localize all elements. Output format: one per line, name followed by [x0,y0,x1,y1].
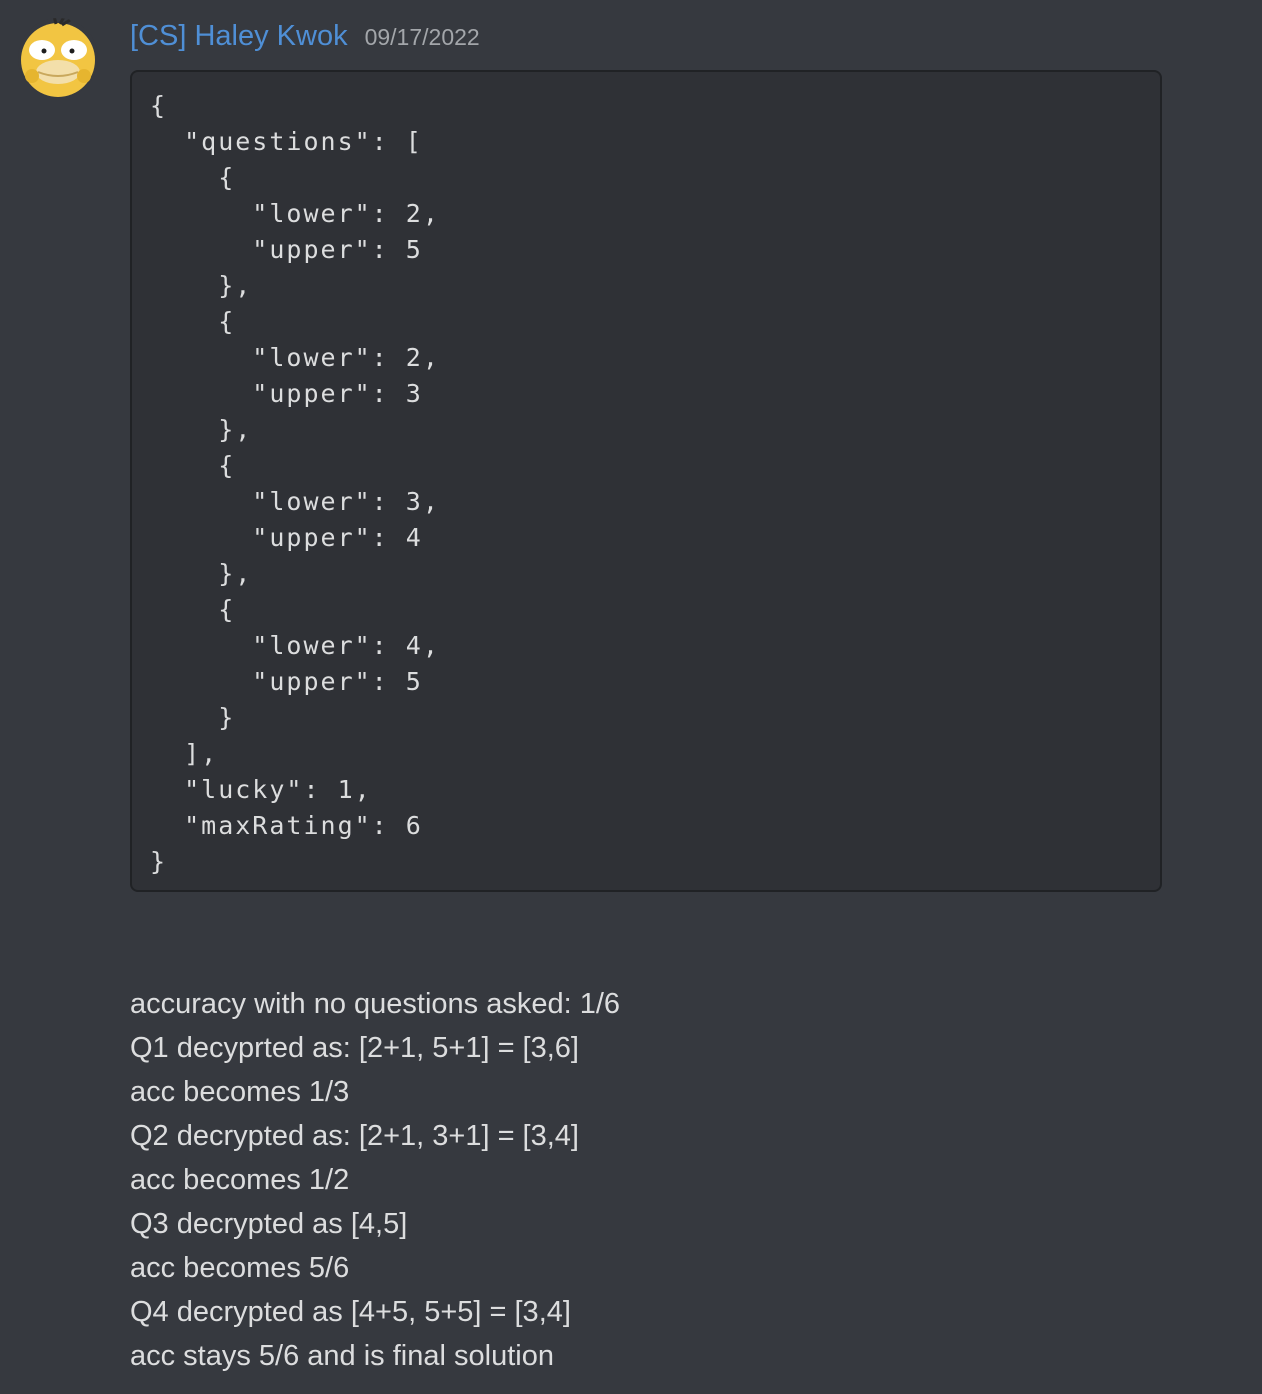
message-line: accuracy with no questions asked: 1/6 [130,988,621,1020]
message-line: acc becomes 1/3 [130,1076,350,1108]
message-line: Q3 decrypted as [4,5] [130,1208,408,1240]
message-line: Q1 decyprted as: [2+1, 5+1] = [3,6] [130,1032,579,1064]
code-content: { "questions": [ { "lower": 2, "upper": … [150,91,440,876]
chat-message: [CS] Haley Kwok 09/17/2022 { "questions"… [0,0,1262,1394]
username[interactable]: [CS] Haley Kwok [130,14,348,58]
message-line: Q4 decrypted as [4+5, 5+5] = [3,4] [130,1296,571,1328]
message-line: acc becomes 5/6 [130,1252,350,1284]
message-line: Q2 decrypted as: [2+1, 3+1] = [3,4] [130,1120,579,1152]
avatar[interactable] [18,18,98,98]
message-body: accuracy with no questions asked: 1/6 Q1… [130,982,1230,1378]
code-block: { "questions": [ { "lower": 2, "upper": … [130,70,1162,892]
timestamp: 09/17/2022 [364,24,480,50]
message-line: acc stays 5/6 and is final solution [130,1340,554,1372]
psyduck-avatar-icon [18,18,98,98]
message-header: [CS] Haley Kwok 09/17/2022 [130,14,480,58]
message-line: acc becomes 1/2 [130,1164,350,1196]
